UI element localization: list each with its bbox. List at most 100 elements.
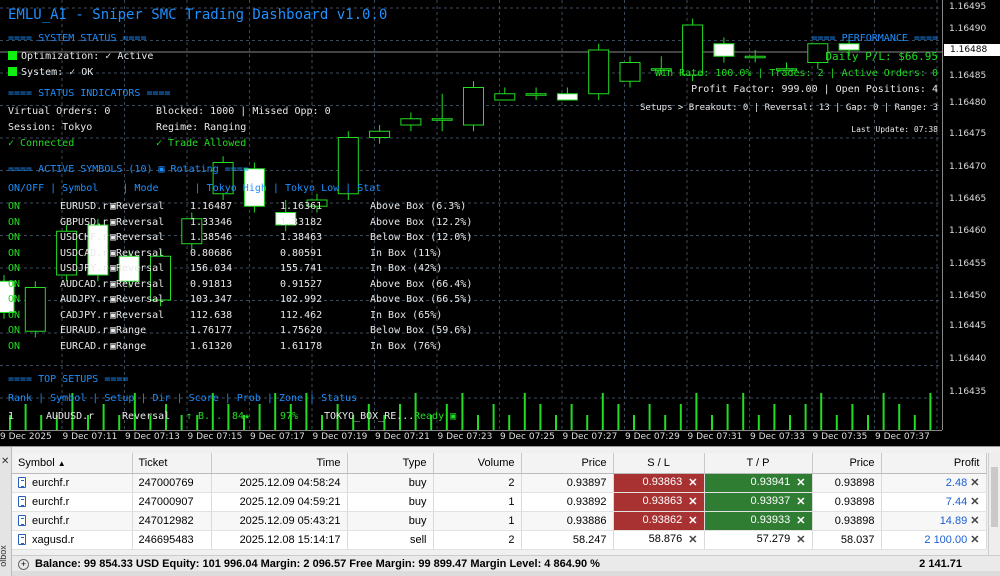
price-tick-label: 1.16435 xyxy=(949,387,987,397)
chart-canvas xyxy=(0,0,942,430)
position-current-price: 0.93898 xyxy=(812,511,882,531)
symbol-stat: Below Box (59.6%) xyxy=(370,325,473,336)
symbol-symbol: USDCAD.r xyxy=(60,247,109,259)
close-icon[interactable]: ✕ xyxy=(688,495,697,508)
symbol-symbol: AUDJPY.r xyxy=(60,294,109,305)
symbol-stat: In Box (11%) xyxy=(370,247,443,259)
candle-bullish xyxy=(619,62,641,82)
position-profit: 14.89 ✕ xyxy=(881,511,987,531)
position-tp[interactable]: ✕ 0.93933 xyxy=(704,511,813,531)
setup-direction: ↑ B... xyxy=(186,411,223,422)
close-icon[interactable]: ✕ xyxy=(688,476,697,489)
setup-counts: Setups > Breakout: 0 | Reversal: 13 | Ga… xyxy=(639,103,938,113)
price-tick-label: 1.16450 xyxy=(949,291,987,301)
document-icon xyxy=(18,533,26,545)
symbol-low: 1.61178 xyxy=(280,340,323,352)
close-icon[interactable]: ✕ xyxy=(796,533,805,546)
close-icon[interactable]: ✕ xyxy=(1,456,9,467)
close-icon[interactable]: ✕ xyxy=(970,515,979,527)
vertical-scrollbar[interactable] xyxy=(988,453,1000,555)
time-tick-label: 9 Dec 07:21 xyxy=(375,432,430,442)
symbol-mode: ▣Reversal xyxy=(110,263,165,274)
position-tp[interactable]: ✕ 57.279 xyxy=(704,530,813,550)
price-tick-label: 1.16470 xyxy=(949,162,987,172)
price-axis: 1.16495 1.16490 1.16488 1.16485 1.16480 1.164… xyxy=(942,0,1000,430)
position-row[interactable]: eurchf.r 247000907 2025.12.09 04:59:21 buy 1… xyxy=(12,492,987,512)
col-type[interactable]: Type xyxy=(347,453,434,474)
position-row[interactable]: eurchf.r 247000769 2025.12.09 04:58:24 buy 2… xyxy=(12,473,987,493)
optimization-status: Optimization: ✓ Active xyxy=(8,51,153,63)
trade-allowed-status: ✓ Trade Allowed xyxy=(156,138,247,149)
symbol-high: 0.80686 xyxy=(190,247,233,259)
symbol-on[interactable]: ON xyxy=(8,310,20,322)
position-sl[interactable]: ✕ 0.93862 xyxy=(613,511,705,531)
session: Session: Tokyo xyxy=(8,122,93,133)
col-tp[interactable]: T / P xyxy=(704,453,813,474)
position-row[interactable]: eurchf.r 247012982 2025.12.09 05:43:21 buy 1… xyxy=(12,511,987,531)
col-volume[interactable]: Volume xyxy=(433,453,522,474)
col-time[interactable]: Time xyxy=(211,453,348,474)
close-icon[interactable]: ✕ xyxy=(796,514,805,527)
setup-status: Ready ▣ xyxy=(414,411,457,422)
candle-bullish xyxy=(588,49,610,95)
document-icon xyxy=(18,476,26,488)
setups-columns: Rank | Symbol | Setup | Dir | Score | Pr… xyxy=(8,393,358,404)
candle-bearish xyxy=(713,43,735,57)
symbol-high: 1.16487 xyxy=(190,201,233,212)
setup-prob: 97% xyxy=(280,411,299,422)
symbol-on[interactable]: ON xyxy=(8,217,20,229)
col-ticket[interactable]: Ticket xyxy=(132,453,212,474)
symbol-mode: ▣Reversal xyxy=(110,294,165,305)
time-tick-label: 9 Dec 07:15 xyxy=(187,432,243,442)
dashboard-title: EMLU_AI - Sniper SMC Trading Dashboard v… xyxy=(8,7,388,23)
symbol-on[interactable]: ON xyxy=(8,341,20,353)
price-tick-label: 1.16485 xyxy=(949,71,987,81)
close-icon[interactable]: ✕ xyxy=(970,534,979,546)
close-icon[interactable]: ✕ xyxy=(970,496,979,508)
symbol-mode: ▣Reversal xyxy=(110,232,165,243)
candle-bullish xyxy=(431,118,453,121)
scrollbar-thumb[interactable] xyxy=(991,467,998,527)
symbol-mode: ▣Reversal xyxy=(110,278,165,290)
position-type: buy xyxy=(347,473,434,493)
symbol-on[interactable]: ON xyxy=(8,263,20,275)
symbol-symbol: USDJPY.r xyxy=(60,263,109,274)
col-current-price[interactable]: Price xyxy=(812,453,882,474)
symbol-on[interactable]: ON xyxy=(8,279,20,291)
symbol-on[interactable]: ON xyxy=(8,325,20,337)
col-price[interactable]: Price xyxy=(521,453,614,474)
col-profit[interactable]: Profit xyxy=(881,453,987,474)
close-icon[interactable]: ✕ xyxy=(688,514,697,527)
position-row[interactable]: xagusd.r 246695483 2025.12.08 15:14:17 sell… xyxy=(12,530,987,550)
virtual-orders: Virtual Orders: 0 xyxy=(8,106,111,117)
symbol-mode: ▣Reversal xyxy=(110,247,165,259)
position-tp[interactable]: ✕ 0.93937 xyxy=(704,492,813,512)
close-icon[interactable]: ✕ xyxy=(796,495,805,508)
position-sl[interactable]: ✕ 0.93863 xyxy=(613,492,705,512)
symbol-stat: Below Box (12.0%) xyxy=(370,232,473,243)
symbol-high: 1.33346 xyxy=(190,216,233,228)
symbol-low: 112.462 xyxy=(280,309,323,321)
terminal-tabs-bar[interactable] xyxy=(12,571,1000,576)
col-sl[interactable]: S / L xyxy=(613,453,705,474)
close-icon[interactable]: ✕ xyxy=(688,533,697,546)
symbol-mode: ▣Range xyxy=(110,325,147,336)
positions-table: Symbol ▲ Ticket Time Type Volume Price S… xyxy=(12,453,987,550)
symbol-on[interactable]: ON xyxy=(8,248,20,260)
close-icon[interactable]: ✕ xyxy=(796,476,805,489)
candle-bullish xyxy=(744,55,766,59)
price-chart[interactable]: 1.16495 1.16490 1.16488 1.16485 1.16480 1.164… xyxy=(0,0,1000,446)
plus-icon[interactable]: + xyxy=(18,559,29,570)
position-type: sell xyxy=(347,530,434,550)
symbol-on[interactable]: ON xyxy=(8,232,20,244)
position-tp[interactable]: ✕ 0.93941 xyxy=(704,473,813,493)
symbol-on[interactable]: ON xyxy=(8,201,20,213)
setup-type: Reversal xyxy=(122,411,171,422)
col-symbol[interactable]: Symbol ▲ xyxy=(12,453,133,474)
position-profit: 2 100.00 ✕ xyxy=(881,530,987,550)
position-sl[interactable]: ✕ 58.876 xyxy=(613,530,705,550)
setup-score: 84★ xyxy=(232,411,251,422)
symbol-on[interactable]: ON xyxy=(8,294,20,306)
close-icon[interactable]: ✕ xyxy=(970,477,979,489)
position-sl[interactable]: ✕ 0.93863 xyxy=(613,473,705,493)
